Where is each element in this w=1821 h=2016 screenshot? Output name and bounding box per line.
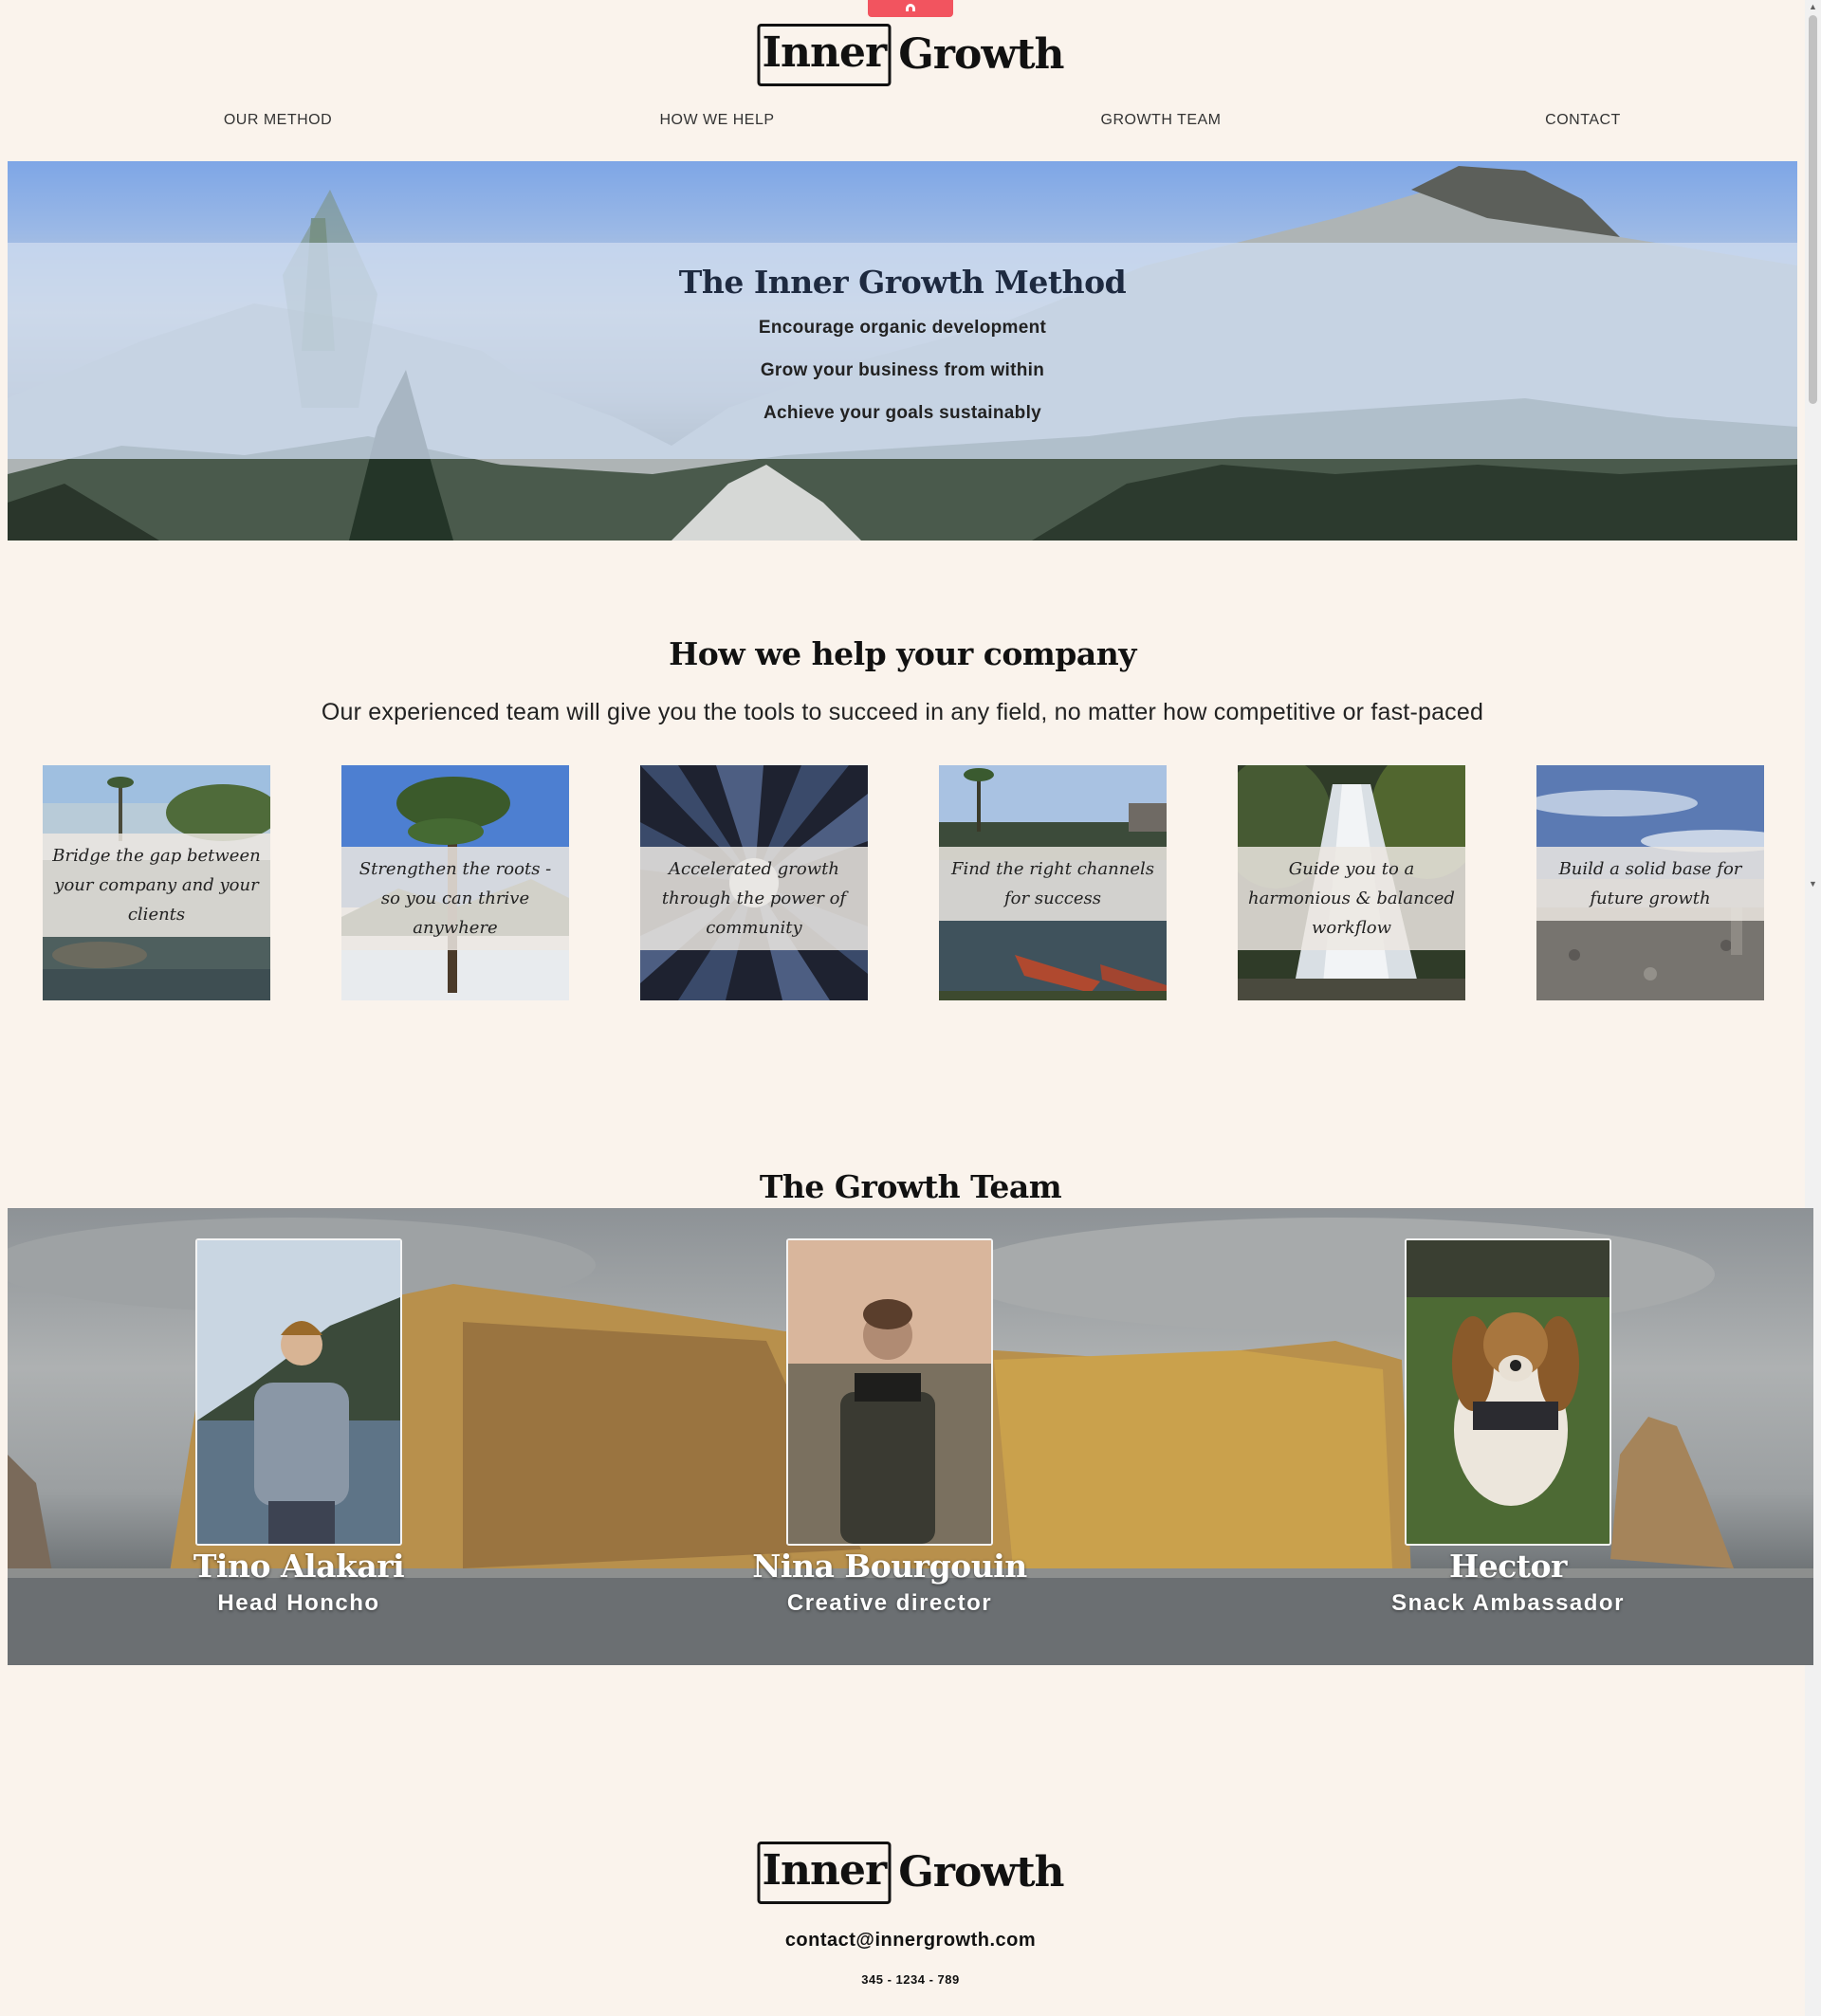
pull-tab-icon [906, 4, 915, 11]
footer-logo[interactable]: Inner Growth [757, 1842, 1065, 1904]
team-member: Hector Snack Ambassador [1347, 1238, 1669, 1617]
member-role: Creative director [786, 1590, 993, 1616]
nav-contact[interactable]: CONTACT [1545, 112, 1621, 129]
scroll-up-arrow-icon[interactable]: ▲ [1805, 0, 1821, 13]
member-photo [1405, 1238, 1611, 1546]
nav-growth-team[interactable]: GROWTH TEAM [1101, 112, 1222, 129]
team-band: Tino Alakari Head Honcho Nina Bourgouin … [8, 1208, 1813, 1665]
member-name: Nina Bourgouin [752, 1548, 1027, 1585]
member-photo [195, 1238, 402, 1546]
hero-line-3: Achieve your goals sustainably [763, 403, 1042, 423]
card-caption: Guide you to a harmonious & balanced wor… [1238, 847, 1465, 950]
member-photo [786, 1238, 993, 1546]
scrollbar[interactable]: ▲ ▼ [1805, 0, 1821, 2016]
help-card[interactable]: Find the right channels for success [939, 765, 1167, 1000]
help-card[interactable]: Accelerated growth through the power of … [640, 765, 868, 1000]
hero-text-band: The Inner Growth Method Encourage organi… [8, 243, 1797, 459]
how-section-title: How we help your company [669, 635, 1136, 672]
how-section-subtitle: Our experienced team will give you the t… [321, 699, 1484, 725]
card-caption: Accelerated growth through the power of … [640, 847, 868, 950]
logo-plain-word: Growth [898, 30, 1064, 79]
nav-how-we-help[interactable]: HOW WE HELP [659, 112, 774, 129]
help-card[interactable]: Bridge the gap between your company and … [43, 765, 270, 1000]
nav-our-method[interactable]: OUR METHOD [224, 112, 332, 129]
logo-boxed-word: Inner [757, 24, 892, 86]
team-member: Tino Alakari Head Honcho [138, 1238, 460, 1617]
hero-line-2: Grow your business from within [760, 360, 1045, 380]
member-name: Tino Alakari [193, 1548, 405, 1585]
member-role: Snack Ambassador [1391, 1590, 1625, 1616]
hero-title: The Inner Growth Method [678, 264, 1127, 301]
help-card[interactable]: Strengthen the roots - so you can thrive… [341, 765, 569, 1000]
main-nav: OUR METHOD HOW WE HELP GROWTH TEAM CONTA… [0, 112, 1805, 131]
logo-plain-word: Growth [898, 1848, 1064, 1897]
hero-banner: The Inner Growth Method Encourage organi… [8, 161, 1797, 541]
team-section-title: The Growth Team [759, 1168, 1062, 1205]
card-caption: Strengthen the roots - so you can thrive… [341, 847, 569, 950]
scroll-down-arrow-icon[interactable]: ▼ [1805, 877, 1821, 890]
pull-tab[interactable] [868, 0, 953, 17]
help-card[interactable]: Build a solid base for future growth [1536, 765, 1764, 1000]
member-role: Head Honcho [217, 1590, 380, 1616]
member-name: Hector [1449, 1548, 1567, 1585]
scroll-thumb[interactable] [1809, 15, 1817, 404]
logo-boxed-word: Inner [757, 1842, 892, 1904]
hero-line-1: Encourage organic development [758, 318, 1047, 338]
site-logo[interactable]: Inner Growth [757, 24, 1065, 86]
team-member: Nina Bourgouin Creative director [728, 1238, 1051, 1617]
card-caption: Build a solid base for future growth [1536, 847, 1764, 921]
footer-phone: 345 - 1234 - 789 [861, 1972, 960, 1987]
card-caption: Bridge the gap between your company and … [43, 834, 270, 937]
footer-email-link[interactable]: contact@innergrowth.com [0, 1930, 1821, 1952]
card-caption: Find the right channels for success [939, 847, 1167, 921]
help-card[interactable]: Guide you to a harmonious & balanced wor… [1238, 765, 1465, 1000]
